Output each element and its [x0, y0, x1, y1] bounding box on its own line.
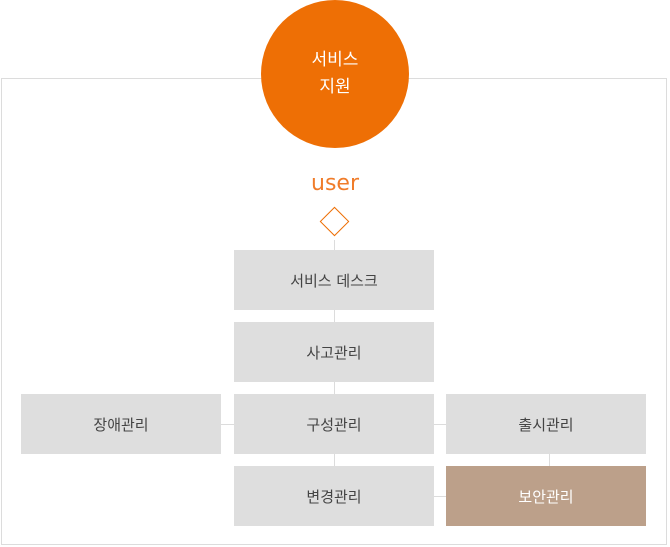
node-service-desk: 서비스 데스크 — [234, 250, 434, 310]
node-incident-management: 사고관리 — [234, 322, 434, 382]
node-label: 서비스 데스크 — [290, 271, 378, 290]
node-label: 장애관리 — [93, 415, 149, 434]
service-support-hub: 서비스 지원 — [261, 0, 409, 148]
node-label: 보안관리 — [518, 487, 574, 506]
connector-problem-to-configuration — [221, 424, 234, 425]
connector-diamond-to-service-desk — [334, 240, 335, 250]
node-change-management: 변경관리 — [234, 466, 434, 526]
node-release-management: 출시관리 — [446, 394, 646, 454]
user-label: user — [311, 171, 359, 196]
connector-configuration-to-release — [434, 424, 446, 425]
connector-service-desk-to-incident — [334, 310, 335, 322]
node-label: 출시관리 — [518, 415, 574, 434]
connector-incident-to-configuration — [334, 382, 335, 394]
node-configuration-management: 구성관리 — [234, 394, 434, 454]
connector-change-to-security — [434, 496, 446, 497]
hub-title-line2: 지원 — [319, 77, 351, 97]
node-label: 변경관리 — [306, 487, 362, 506]
connector-release-to-security — [549, 454, 550, 466]
hub-title-line1: 서비스 — [311, 50, 359, 70]
node-label: 구성관리 — [306, 415, 362, 434]
node-problem-management: 장애관리 — [21, 394, 221, 454]
connector-configuration-to-change — [334, 454, 335, 466]
node-security-management: 보안관리 — [446, 466, 646, 526]
node-label: 사고관리 — [306, 343, 362, 362]
